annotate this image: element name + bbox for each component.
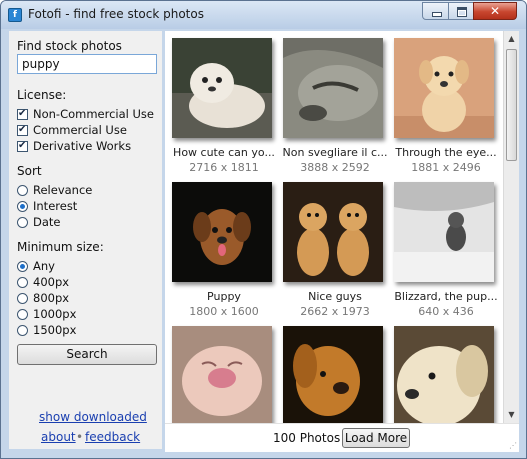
- photo-thumbnail-puppy-sitting[interactable]: [394, 38, 494, 138]
- photo-dimensions: 1800 x 1600: [189, 305, 259, 318]
- min-size-1000-radio[interactable]: 1000px: [17, 306, 76, 322]
- maximize-button[interactable]: [448, 2, 474, 20]
- radio-icon: [17, 216, 28, 228]
- minimize-button[interactable]: [422, 2, 449, 20]
- radio-selected-icon: [17, 260, 28, 272]
- license-commercial-checkbox[interactable]: Commercial Use: [17, 122, 127, 138]
- vertical-scrollbar[interactable]: ▲ ▼: [503, 31, 519, 423]
- search-input[interactable]: puppy: [17, 54, 157, 74]
- radio-label: 800px: [33, 291, 70, 305]
- photo-thumbnail-snow-puppy[interactable]: [394, 182, 494, 282]
- photo-caption: Through the eye...: [395, 146, 497, 159]
- results-footer: 100 Photos Load More: [165, 423, 519, 452]
- radio-label: Interest: [33, 199, 78, 213]
- photo-grid: How cute can yo... 2716 x 1811 Non svegl…: [165, 31, 503, 423]
- link-separator: •: [76, 430, 84, 444]
- scrollbar-thumb[interactable]: [506, 49, 517, 161]
- checkbox-label: Commercial Use: [33, 123, 127, 137]
- close-icon: ✕: [489, 4, 501, 18]
- photo-caption: Nice guys: [308, 290, 362, 303]
- photo-caption: Non svegliare il c...: [282, 146, 388, 159]
- app-window: f Fotofi - find free stock photos ✕ Find…: [0, 0, 527, 459]
- sort-date-radio[interactable]: Date: [17, 214, 61, 230]
- photo-thumbnail-seal-pup[interactable]: [172, 38, 272, 138]
- minimize-icon: [432, 12, 442, 17]
- search-sidebar: Find stock photos about: puppy License: …: [9, 31, 162, 449]
- resize-grip-icon[interactable]: ⋰: [509, 441, 519, 451]
- checkbox-checked-icon: [17, 123, 28, 137]
- sort-interest-radio[interactable]: Interest: [17, 198, 77, 214]
- photo-dimensions: 3888 x 2592: [300, 161, 370, 174]
- photo-card[interactable]: Non svegliare il c... 3888 x 2592: [283, 38, 387, 174]
- sort-label: Sort: [17, 164, 42, 178]
- radio-label: Date: [33, 215, 61, 229]
- photo-thumbnail-sleeping-dog[interactable]: [283, 38, 383, 138]
- photo-thumbnail-golden-puppy[interactable]: [283, 326, 383, 423]
- search-button[interactable]: Search: [17, 344, 157, 365]
- radio-label: Any: [33, 259, 55, 273]
- min-size-label: Minimum size:: [17, 240, 104, 254]
- photo-thumbnail-two-puppies[interactable]: [283, 182, 383, 282]
- photo-thumbnail-puppy-tongue[interactable]: [172, 182, 272, 282]
- photo-thumbnail-cream-puppy[interactable]: [394, 326, 494, 423]
- photo-thumbnail-newborn-puppy[interactable]: [172, 326, 272, 423]
- photo-caption: How cute can yo...: [173, 146, 275, 159]
- scroll-up-icon[interactable]: ▲: [504, 31, 519, 47]
- min-size-400-radio[interactable]: 400px: [17, 274, 69, 290]
- scroll-down-icon[interactable]: ▼: [504, 407, 519, 423]
- radio-icon: [17, 324, 28, 336]
- license-derivative-checkbox[interactable]: Derivative Works: [17, 138, 131, 154]
- license-label: License:: [17, 88, 67, 102]
- radio-icon: [17, 308, 28, 320]
- photo-card[interactable]: Through the eye... 1881 x 2496: [394, 38, 498, 174]
- photo-dimensions: 1881 x 2496: [411, 161, 481, 174]
- about-link[interactable]: about: [41, 430, 76, 444]
- radio-icon: [17, 184, 28, 196]
- photo-card[interactable]: Puppy 1800 x 1600: [172, 182, 276, 318]
- sort-relevance-radio[interactable]: Relevance: [17, 182, 92, 198]
- checkbox-checked-icon: [17, 107, 28, 121]
- photo-card[interactable]: [283, 326, 387, 423]
- photo-dimensions: 2662 x 1973: [300, 305, 370, 318]
- photo-card[interactable]: How cute can yo... 2716 x 1811: [172, 38, 276, 174]
- close-button[interactable]: ✕: [473, 2, 517, 20]
- photo-card[interactable]: Blizzard, the pup... 640 x 436: [394, 182, 498, 318]
- radio-label: 1000px: [33, 307, 77, 321]
- load-more-button[interactable]: Load More: [342, 428, 410, 448]
- maximize-icon: [457, 7, 467, 17]
- radio-label: 400px: [33, 275, 70, 289]
- photo-dimensions: 640 x 436: [418, 305, 474, 318]
- min-size-800-radio[interactable]: 800px: [17, 290, 69, 306]
- license-noncommercial-checkbox[interactable]: Non-Commercial Use: [17, 106, 154, 122]
- window-title: Fotofi - find free stock photos: [28, 7, 204, 21]
- photo-card[interactable]: [172, 326, 276, 423]
- photo-count: 100 Photos: [273, 431, 341, 445]
- radio-icon: [17, 292, 28, 304]
- photo-card[interactable]: [394, 326, 498, 423]
- photo-dimensions: 2716 x 1811: [189, 161, 259, 174]
- photo-card[interactable]: Nice guys 2662 x 1973: [283, 182, 387, 318]
- radio-icon: [17, 276, 28, 288]
- checkbox-checked-icon: [17, 139, 28, 153]
- radio-label: 1500px: [33, 323, 77, 337]
- min-size-any-radio[interactable]: Any: [17, 258, 55, 274]
- photo-caption: Puppy: [207, 290, 241, 303]
- checkbox-label: Derivative Works: [33, 139, 132, 153]
- checkbox-label: Non-Commercial Use: [33, 107, 154, 121]
- app-icon: f: [8, 8, 22, 22]
- radio-label: Relevance: [33, 183, 93, 197]
- min-size-1500-radio[interactable]: 1500px: [17, 322, 76, 338]
- show-downloaded-link[interactable]: show downloaded: [39, 410, 147, 424]
- photo-caption: Blizzard, the pup...: [394, 290, 498, 303]
- feedback-link[interactable]: feedback: [85, 430, 140, 444]
- radio-selected-icon: [17, 200, 28, 212]
- title-bar[interactable]: f Fotofi - find free stock photos ✕: [1, 1, 526, 29]
